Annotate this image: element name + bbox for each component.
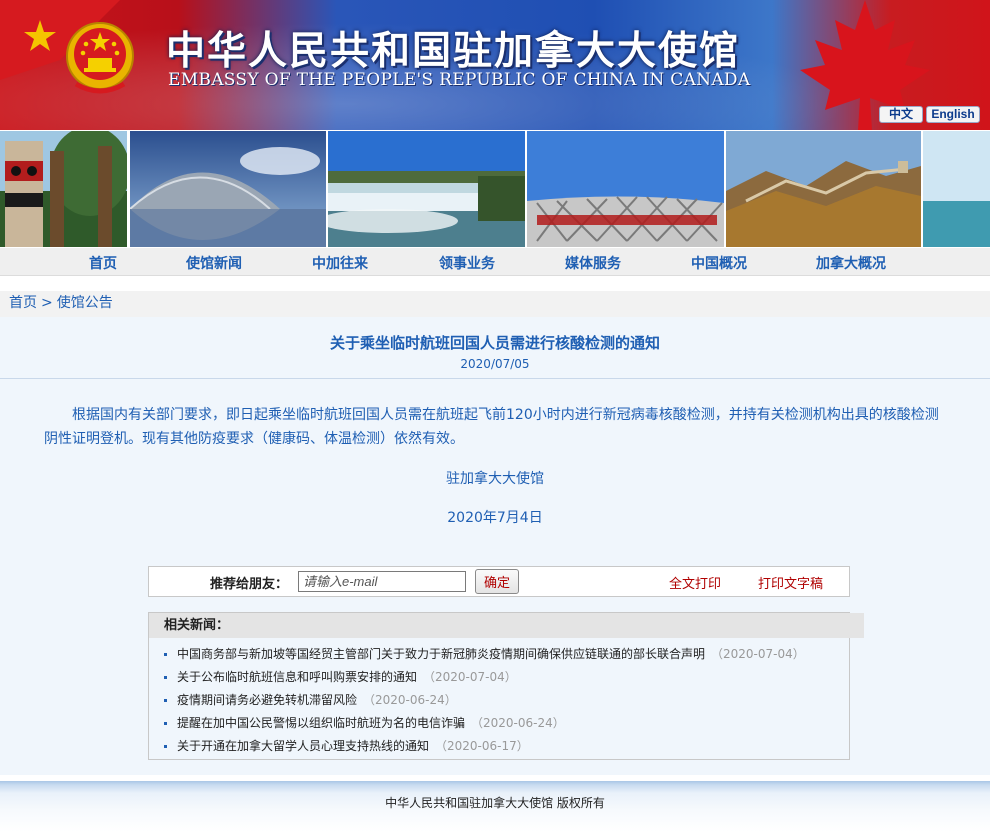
nav-item-media[interactable]: 媒体服务	[565, 253, 621, 273]
article-body: 根据国内有关部门要求，即日起乘坐临时航班回国人员需在航班起飞前120小时内进行新…	[44, 407, 939, 447]
recommend-bar: 推荐给朋友： 确定 全文打印 打印文字稿	[148, 566, 850, 597]
related-news-date: （2020-06-17）	[435, 739, 529, 753]
breadcrumb-home-link[interactable]: 首页	[9, 295, 37, 311]
breadcrumb-separator: >	[41, 295, 53, 311]
breadcrumb-section-link[interactable]: 使馆公告	[57, 295, 113, 311]
photo-great-wall	[726, 131, 921, 247]
related-news-date: （2020-06-24）	[471, 716, 565, 730]
lang-chinese-button[interactable]: 中文	[879, 106, 923, 123]
related-news-link[interactable]: 关于开通在加拿大留学人员心理支持热线的通知	[177, 739, 429, 753]
photo-coastline	[923, 131, 990, 247]
article-sign-date: 2020年7月4日	[447, 510, 543, 526]
bullet-icon	[164, 722, 167, 725]
bullet-icon	[164, 653, 167, 656]
photo-niagara-falls	[328, 131, 525, 247]
photo-strip	[0, 130, 990, 248]
maple-leaf-decoration	[800, 0, 930, 130]
related-news-link[interactable]: 关于公布临时航班信息和呼叫购票安排的通知	[177, 670, 417, 684]
nav-item-china-canada[interactable]: 中加往来	[312, 253, 368, 273]
nav-item-embassy-news[interactable]: 使馆新闻	[186, 253, 242, 273]
header-banner: 中华人民共和国驻加拿大大使馆 EMBASSY OF THE PEOPLE'S R…	[0, 0, 990, 130]
nav-item-china-overview[interactable]: 中国概况	[691, 253, 747, 273]
list-item: 疫情期间请务必避免转机滞留风险 （2020-06-24）	[164, 691, 457, 708]
article-date: 2020/07/05	[460, 357, 530, 371]
bullet-icon	[164, 745, 167, 748]
list-item: 中国商务部与新加坡等国经贸主管部门关于致力于新冠肺炎疫情期间确保供应链联通的部长…	[164, 645, 805, 662]
site-title-english: EMBASSY OF THE PEOPLE'S REPUBLIC OF CHIN…	[168, 70, 751, 90]
related-news-date: （2020-06-24）	[363, 693, 457, 707]
nav-item-home[interactable]: 首页	[89, 253, 117, 273]
related-news-link[interactable]: 提醒在加中国公民警惕以组织临时航班为名的电信诈骗	[177, 716, 465, 730]
article-content: 根据国内有关部门要求，即日起乘坐临时航班回国人员需在航班起飞前120小时内进行新…	[0, 379, 990, 775]
footer: 中华人民共和国驻加拿大大使馆 版权所有	[0, 781, 990, 832]
related-news-date: （2020-07-04）	[711, 647, 805, 661]
nav-item-consular[interactable]: 领事业务	[439, 253, 495, 273]
bullet-icon	[164, 676, 167, 679]
photo-totem-poles	[0, 131, 127, 247]
article-signature: 驻加拿大大使馆	[446, 471, 544, 487]
list-item: 关于公布临时航班信息和呼叫购票安排的通知 （2020-07-04）	[164, 668, 517, 685]
nav-item-canada-overview[interactable]: 加拿大概况	[816, 253, 886, 273]
article-title: 关于乘坐临时航班回国人员需进行核酸检测的通知	[329, 334, 660, 352]
main-nav: 首页 使馆新闻 中加往来 领事业务 媒体服务 中国概况 加拿大概况	[0, 248, 990, 276]
confirm-button[interactable]: 确定	[475, 569, 519, 594]
list-item: 提醒在加中国公民警惕以组织临时航班为名的电信诈骗 （2020-06-24）	[164, 714, 565, 731]
national-emblem-icon	[66, 22, 134, 94]
email-input[interactable]	[298, 571, 466, 592]
related-news: 相关新闻： 中国商务部与新加坡等国经贸主管部门关于致力于新冠肺炎疫情期间确保供应…	[148, 612, 864, 760]
breadcrumb: 首页 > 使馆公告	[0, 291, 990, 317]
site-title-chinese: 中华人民共和国驻加拿大大使馆	[166, 28, 741, 74]
recommend-label: 推荐给朋友：	[210, 577, 289, 592]
bullet-icon	[164, 699, 167, 702]
related-news-link[interactable]: 疫情期间请务必避免转机滞留风险	[177, 693, 357, 707]
print-full-link[interactable]: 全文打印	[669, 573, 721, 592]
lang-english-button[interactable]: English	[926, 106, 980, 123]
print-text-link[interactable]: 打印文字稿	[758, 573, 823, 592]
list-item: 关于开通在加拿大留学人员心理支持热线的通知 （2020-06-17）	[164, 737, 529, 754]
article-header: 关于乘坐临时航班回国人员需进行核酸检测的通知 2020/07/05	[0, 317, 990, 379]
photo-birds-nest-stadium	[527, 131, 724, 247]
photo-national-theatre	[130, 131, 326, 247]
related-news-link[interactable]: 中国商务部与新加坡等国经贸主管部门关于致力于新冠肺炎疫情期间确保供应链联通的部长…	[177, 647, 705, 661]
copyright-text: 中华人民共和国驻加拿大大使馆 版权所有	[385, 796, 605, 810]
related-news-heading: 相关新闻：	[149, 613, 864, 638]
related-news-date: （2020-07-04）	[423, 670, 517, 684]
